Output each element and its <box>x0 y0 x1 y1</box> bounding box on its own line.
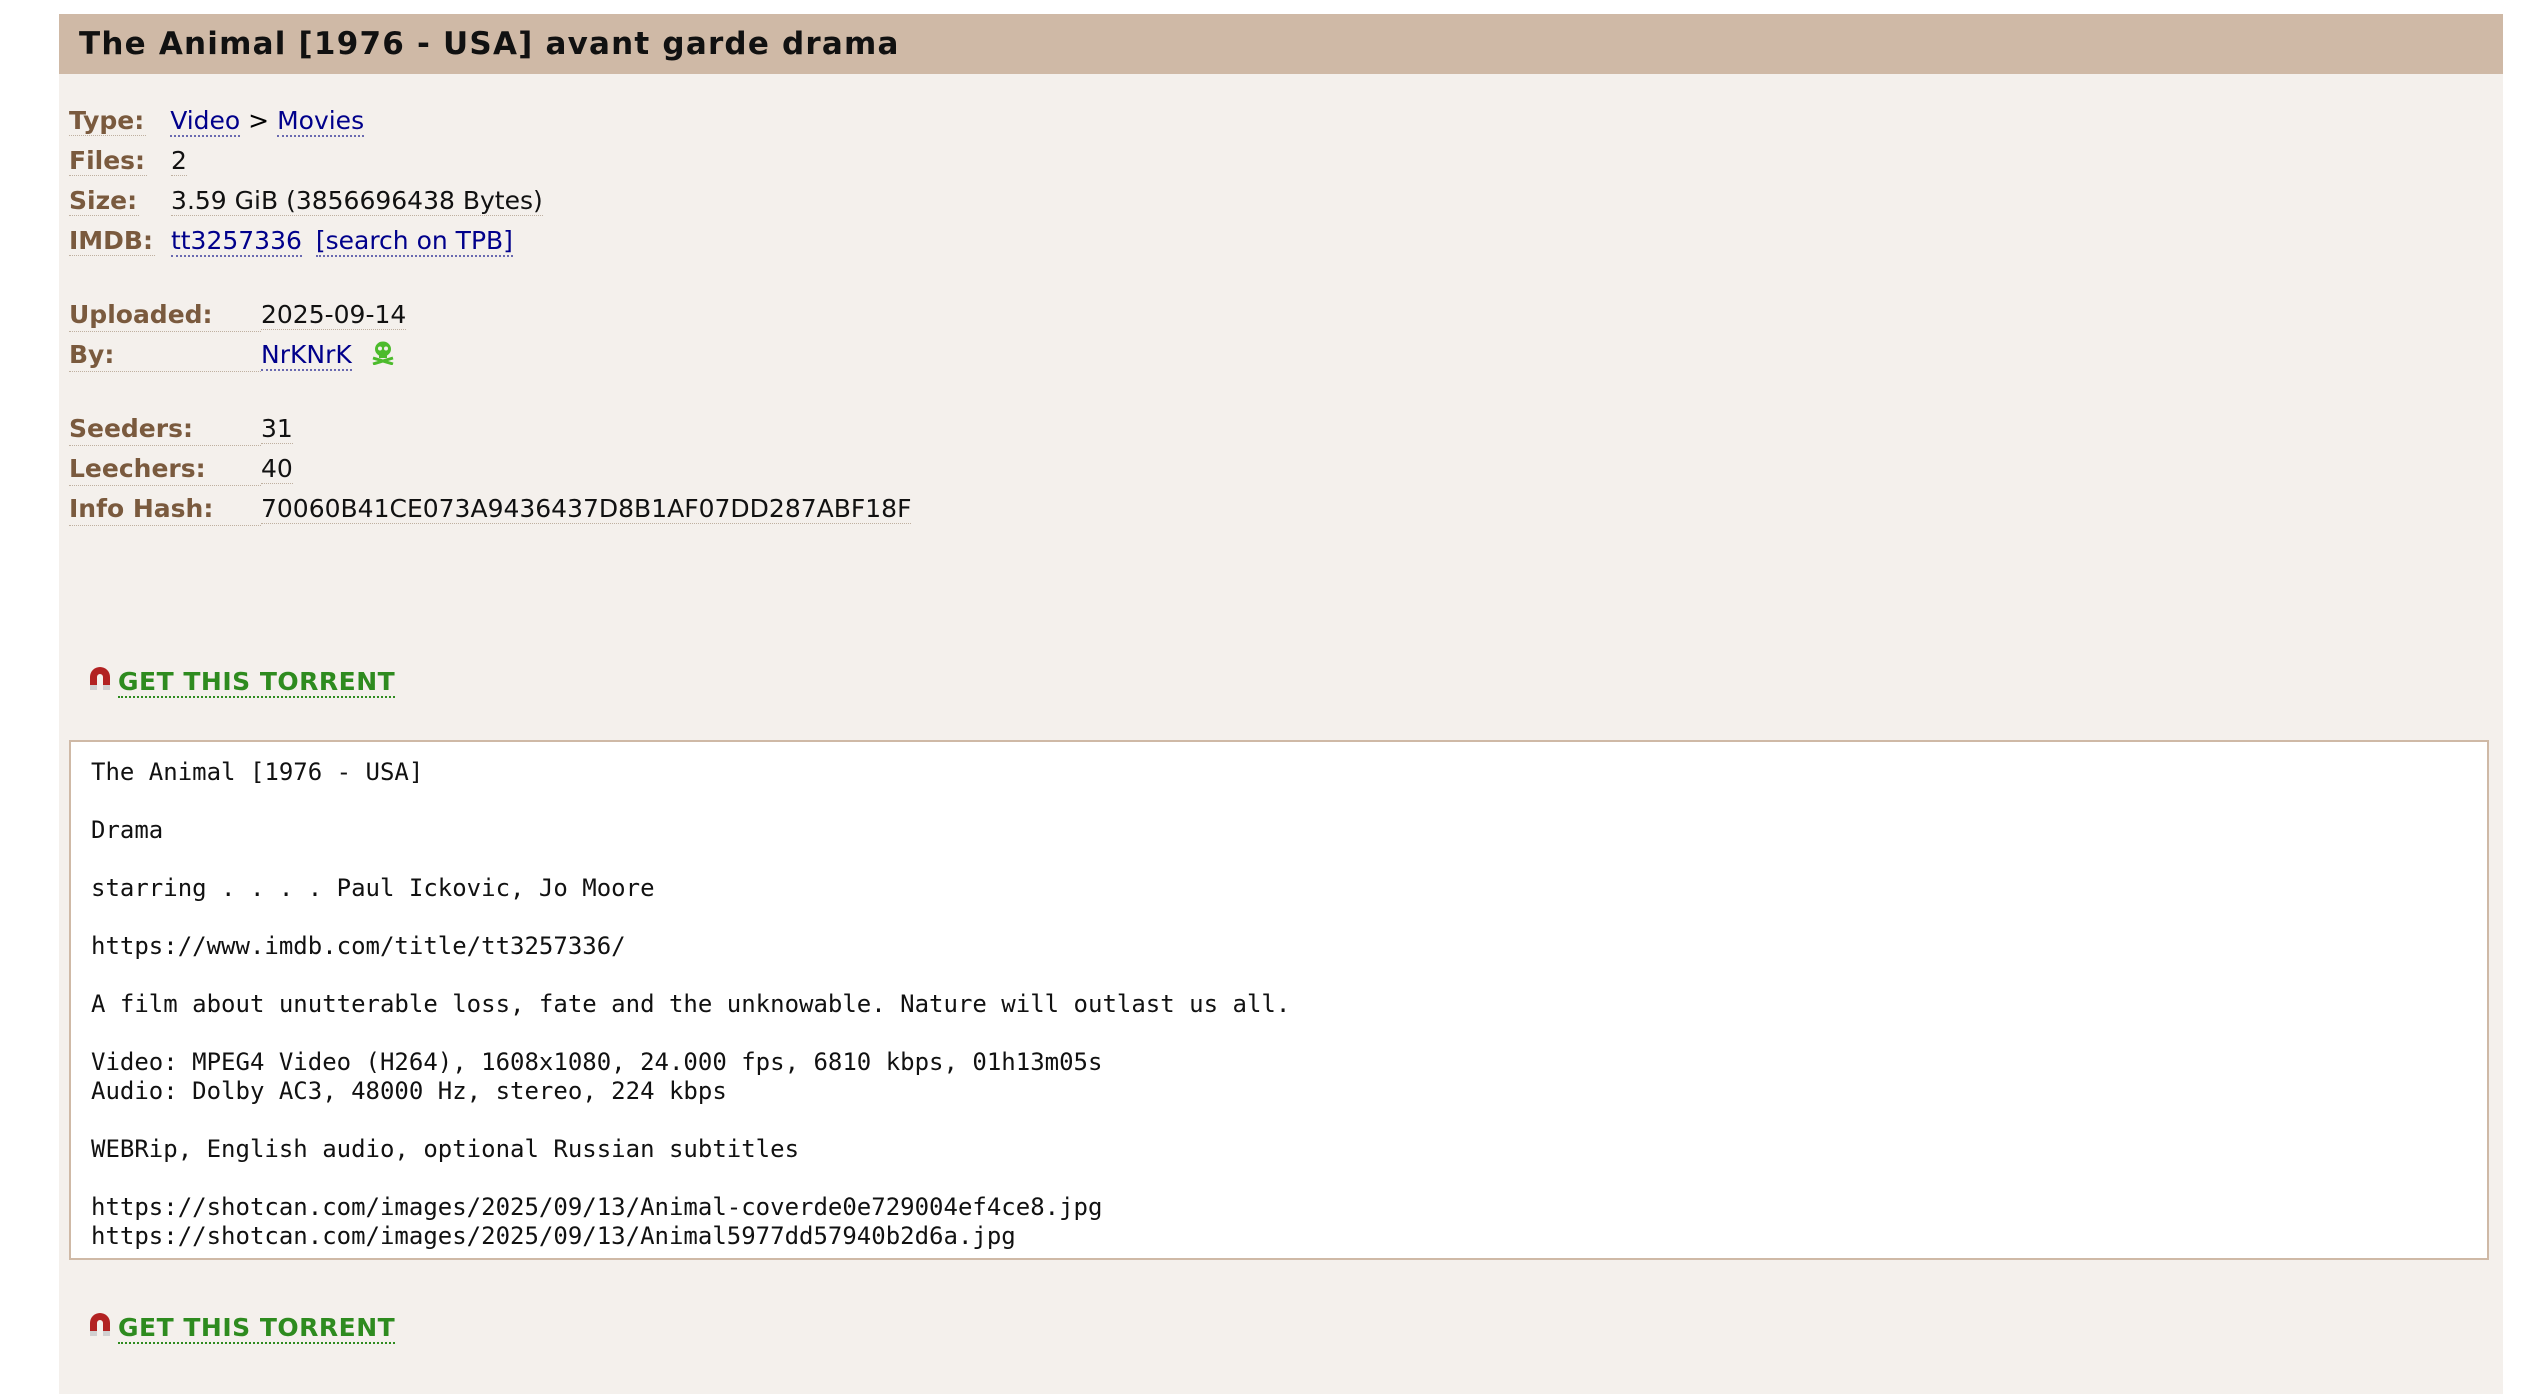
category-movies-link[interactable]: Movies <box>277 106 365 137</box>
desc-line: A film about unutterable loss, fate and … <box>91 990 1291 1018</box>
files-label: Files: <box>69 146 148 176</box>
desc-line: https://www.imdb.com/title/tt3257336/ <box>91 932 626 960</box>
size-value: 3.59 GiB (3856696438 Bytes) <box>171 186 543 216</box>
info-hash-value: 70060B41CE073A9436437D8B1AF07DD287ABF18F <box>261 494 912 524</box>
desc-line: WEBRip, English audio, optional Russian … <box>91 1135 800 1163</box>
page-title: The Animal [1976 - USA] avant garde dram… <box>59 14 2503 74</box>
uploaded-label: Uploaded: <box>69 299 261 332</box>
detail-leechers: Leechers: 40 <box>69 453 293 486</box>
by-label: By: <box>69 339 261 372</box>
imdb-search-link[interactable]: [search on TPB] <box>315 226 513 257</box>
seeders-label: Seeders: <box>69 413 261 446</box>
desc-line: Video: MPEG4 Video (H264), 1608x1080, 24… <box>91 1048 1103 1076</box>
desc-line: https://shotcan.com/images/2025/09/13/An… <box>91 1222 1016 1250</box>
leechers-label: Leechers: <box>69 453 261 486</box>
get-torrent-button-top[interactable]: GET THIS TORRENT <box>88 664 396 702</box>
get-torrent-label: GET THIS TORRENT <box>118 667 396 698</box>
detail-type: Type: Video > Movies <box>69 105 365 137</box>
info-hash-label: Info Hash: <box>69 493 261 526</box>
vip-skull-icon <box>370 339 396 373</box>
type-label: Type: <box>69 106 147 136</box>
detail-info-hash: Info Hash: 70060B41CE073A9436437D8B1AF07D… <box>69 493 912 526</box>
torrent-description: The Animal [1976 - USA] Drama starring . .… <box>69 740 2489 1260</box>
magnet-icon <box>88 666 112 702</box>
category-separator: > <box>240 106 278 135</box>
files-value: 2 <box>171 146 187 176</box>
desc-line: Audio: Dolby AC3, 48000 Hz, stereo, 224 … <box>91 1077 727 1105</box>
detail-uploaded: Uploaded: 2025-09-14 <box>69 299 407 332</box>
detail-by: By: NrKNrK <box>69 339 396 373</box>
desc-line: https://shotcan.com/images/2025/09/13/An… <box>91 1193 1103 1221</box>
detail-imdb: IMDB: tt3257336 [search on TPB] <box>69 225 513 257</box>
desc-line: The Animal [1976 - USA] <box>91 758 424 786</box>
detail-seeders: Seeders: 31 <box>69 413 293 446</box>
get-torrent-button-bottom[interactable]: GET THIS TORRENT <box>88 1310 396 1348</box>
detail-size: Size: 3.59 GiB (3856696438 Bytes) <box>69 185 543 217</box>
magnet-icon <box>88 1312 112 1348</box>
imdb-label: IMDB: <box>69 226 155 256</box>
seeders-value: 31 <box>261 414 293 444</box>
details-frame: The Animal [1976 - USA] avant garde dram… <box>59 14 2503 1394</box>
leechers-value: 40 <box>261 454 293 484</box>
uploaded-value: 2025-09-14 <box>261 300 407 330</box>
category-video-link[interactable]: Video <box>170 106 241 137</box>
desc-line: Drama <box>91 816 164 844</box>
uploader-link[interactable]: NrKNrK <box>261 340 352 371</box>
get-torrent-label: GET THIS TORRENT <box>118 1313 396 1344</box>
imdb-link[interactable]: tt3257336 <box>170 226 302 257</box>
size-label: Size: <box>69 186 140 216</box>
desc-line: starring . . . . Paul Ickovic, Jo Moore <box>91 874 655 902</box>
detail-files: Files: 2 <box>69 145 187 177</box>
